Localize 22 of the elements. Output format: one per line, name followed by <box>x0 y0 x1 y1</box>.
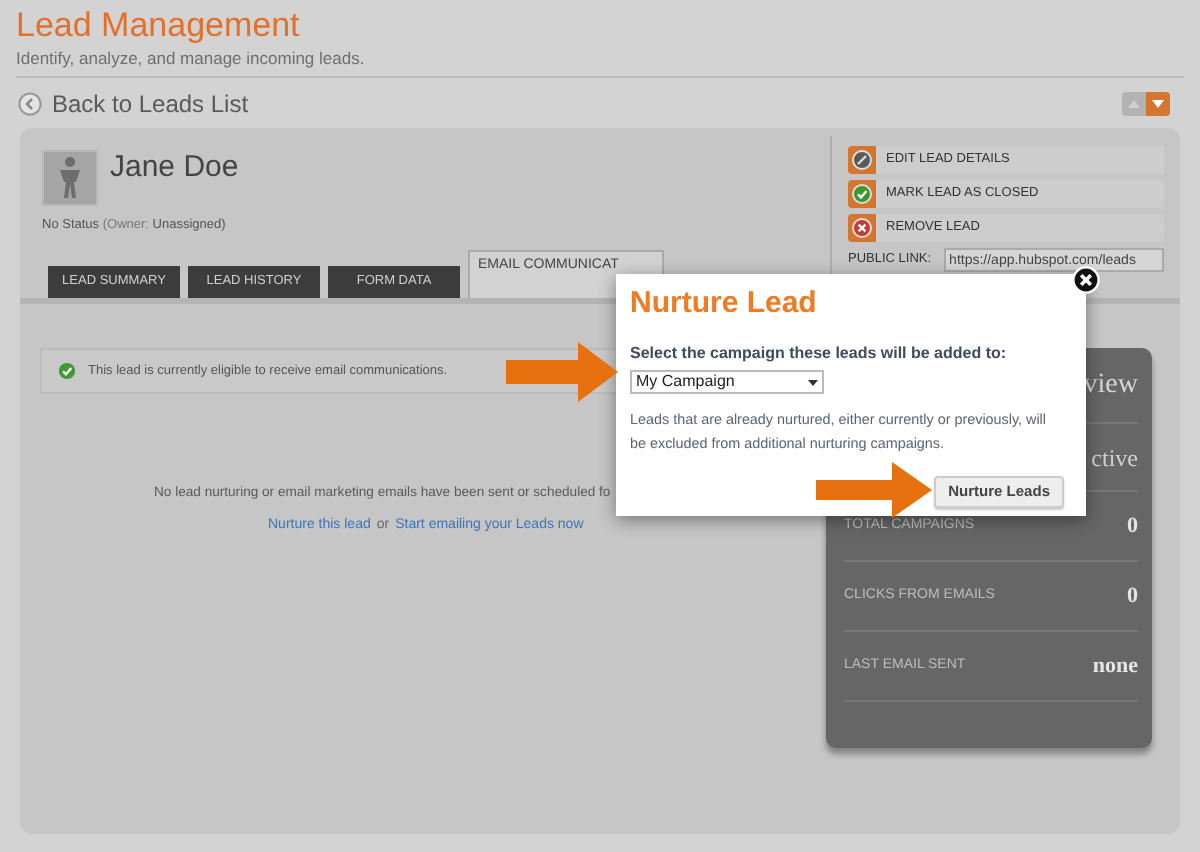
back-icon <box>18 92 42 116</box>
page-title: Lead Management <box>16 4 300 48</box>
back-link[interactable]: Back to Leads List <box>18 86 249 122</box>
check-icon <box>852 184 872 204</box>
stats-status: ctive <box>1091 441 1138 475</box>
page-subtitle: Identify, analyze, and manage incoming leads. <box>16 48 365 70</box>
dropdown-caret-icon <box>808 379 818 385</box>
stats-heading: view <box>1083 368 1138 404</box>
stat-value: 0 <box>1127 581 1138 612</box>
pointer-arrow <box>506 342 618 402</box>
check-icon <box>58 362 76 380</box>
remove-icon <box>852 218 872 238</box>
dialog-prompt: Select the campaign these leads will be added to: <box>630 342 1007 366</box>
campaign-select[interactable]: My Campaign <box>630 370 824 394</box>
pencil-icon <box>852 150 872 170</box>
person-icon <box>54 156 86 200</box>
down-button[interactable] <box>1146 92 1170 116</box>
stat-value: none <box>1092 651 1138 682</box>
pointer-arrow <box>816 462 932 518</box>
lead-name: Jane Doe <box>110 150 239 186</box>
down-caret-icon <box>1152 100 1164 108</box>
stat-value: 0 <box>1127 511 1138 542</box>
